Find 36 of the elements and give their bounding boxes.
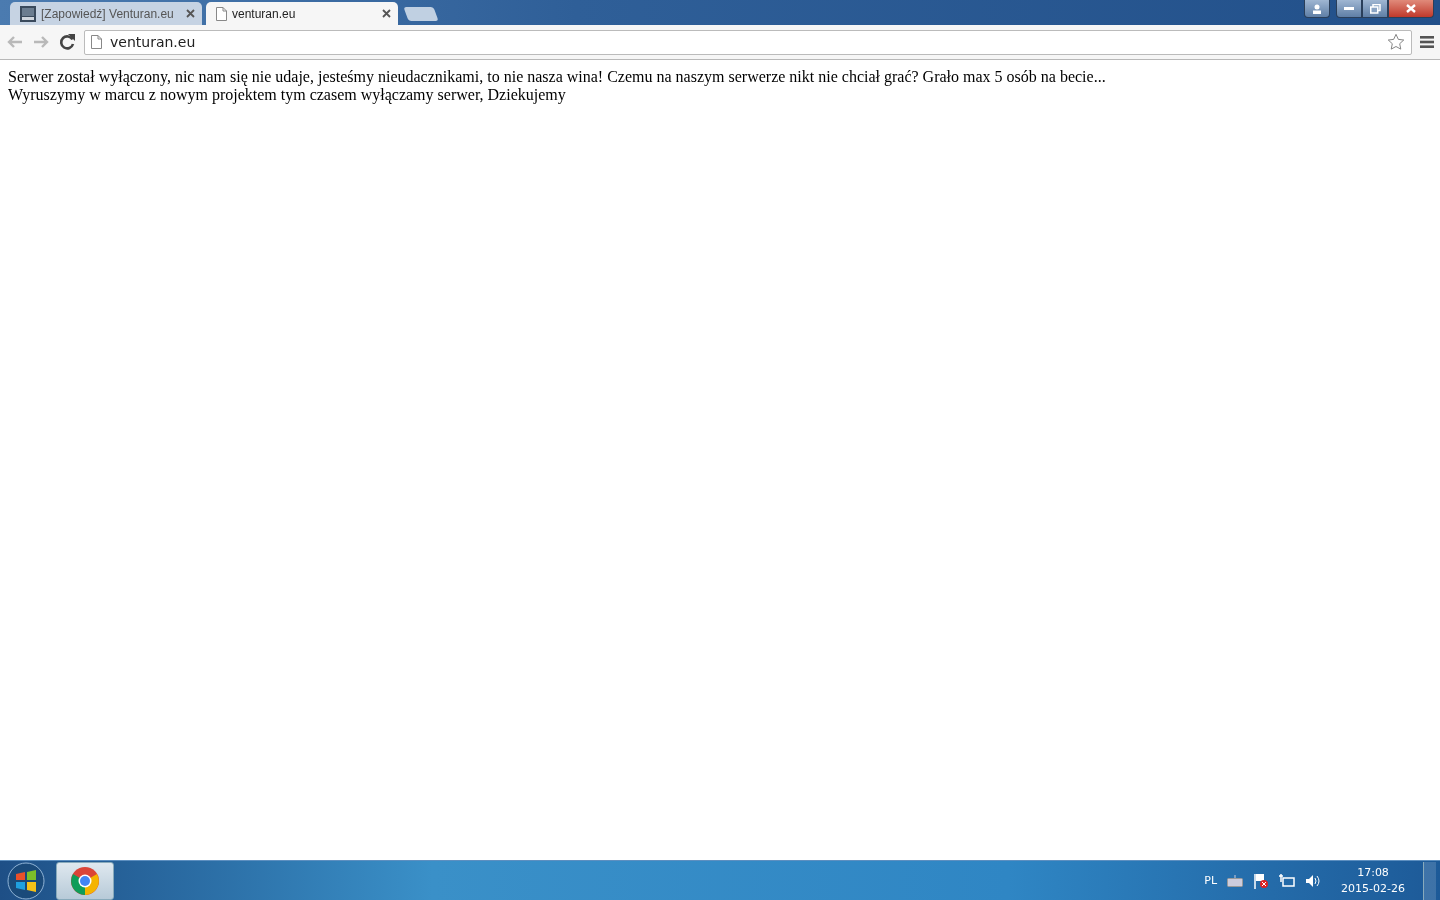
back-arrow-icon	[6, 34, 24, 50]
minimize-icon	[1344, 6, 1354, 11]
address-bar[interactable]: venturan.eu	[84, 29, 1412, 55]
restore-icon	[1369, 3, 1381, 14]
restore-button[interactable]	[1362, 0, 1388, 18]
language-indicator[interactable]: PL	[1204, 874, 1218, 887]
menu-icon	[1420, 36, 1434, 48]
keyboard-icon[interactable]	[1227, 874, 1244, 887]
site-favicon-icon	[20, 5, 36, 22]
message-text: Serwer został wyłączony, nic nam się nie udaje, jesteśmy nieudacznikami, to nie nasza wina! Czemu na naszym serwerze nikt nie chciał grać? Grało max 5 osób na becie...	[8, 68, 1106, 86]
browser-tab[interactable]: [Zapowiedź] Venturan.eu	[10, 2, 202, 25]
chrome-icon	[70, 865, 100, 896]
show-desktop-button[interactable]	[1423, 861, 1436, 900]
menu-button[interactable]	[1420, 36, 1434, 48]
message-text: Wyruszymy w marcu z nowym projektem tym czasem wyłączamy serwer, Dziekujemy	[8, 86, 566, 104]
new-tab-button[interactable]	[403, 7, 439, 21]
reload-icon	[58, 33, 76, 51]
network-icon[interactable]	[1279, 872, 1296, 889]
start-button[interactable]	[6, 861, 46, 900]
browser-tab[interactable]: venturan.eu	[206, 2, 398, 25]
close-icon	[1406, 4, 1416, 13]
forward-arrow-icon	[32, 34, 50, 50]
person-icon	[1312, 3, 1322, 14]
flag-error-icon[interactable]	[1253, 872, 1270, 889]
page-icon	[216, 6, 227, 21]
clock[interactable]: 17:08 2015-02-26	[1341, 866, 1405, 895]
close-window-button[interactable]	[1388, 0, 1434, 18]
profile-button[interactable]	[1304, 0, 1330, 18]
windows-logo-icon	[7, 861, 45, 900]
star-icon[interactable]	[1387, 33, 1405, 51]
clock-date: 2015-02-26	[1341, 882, 1405, 895]
page-icon	[91, 35, 102, 49]
minimize-button[interactable]	[1336, 0, 1362, 18]
taskbar-app-button[interactable]	[56, 861, 114, 900]
clock-time: 17:08	[1357, 866, 1389, 879]
reload-button[interactable]	[58, 33, 76, 51]
